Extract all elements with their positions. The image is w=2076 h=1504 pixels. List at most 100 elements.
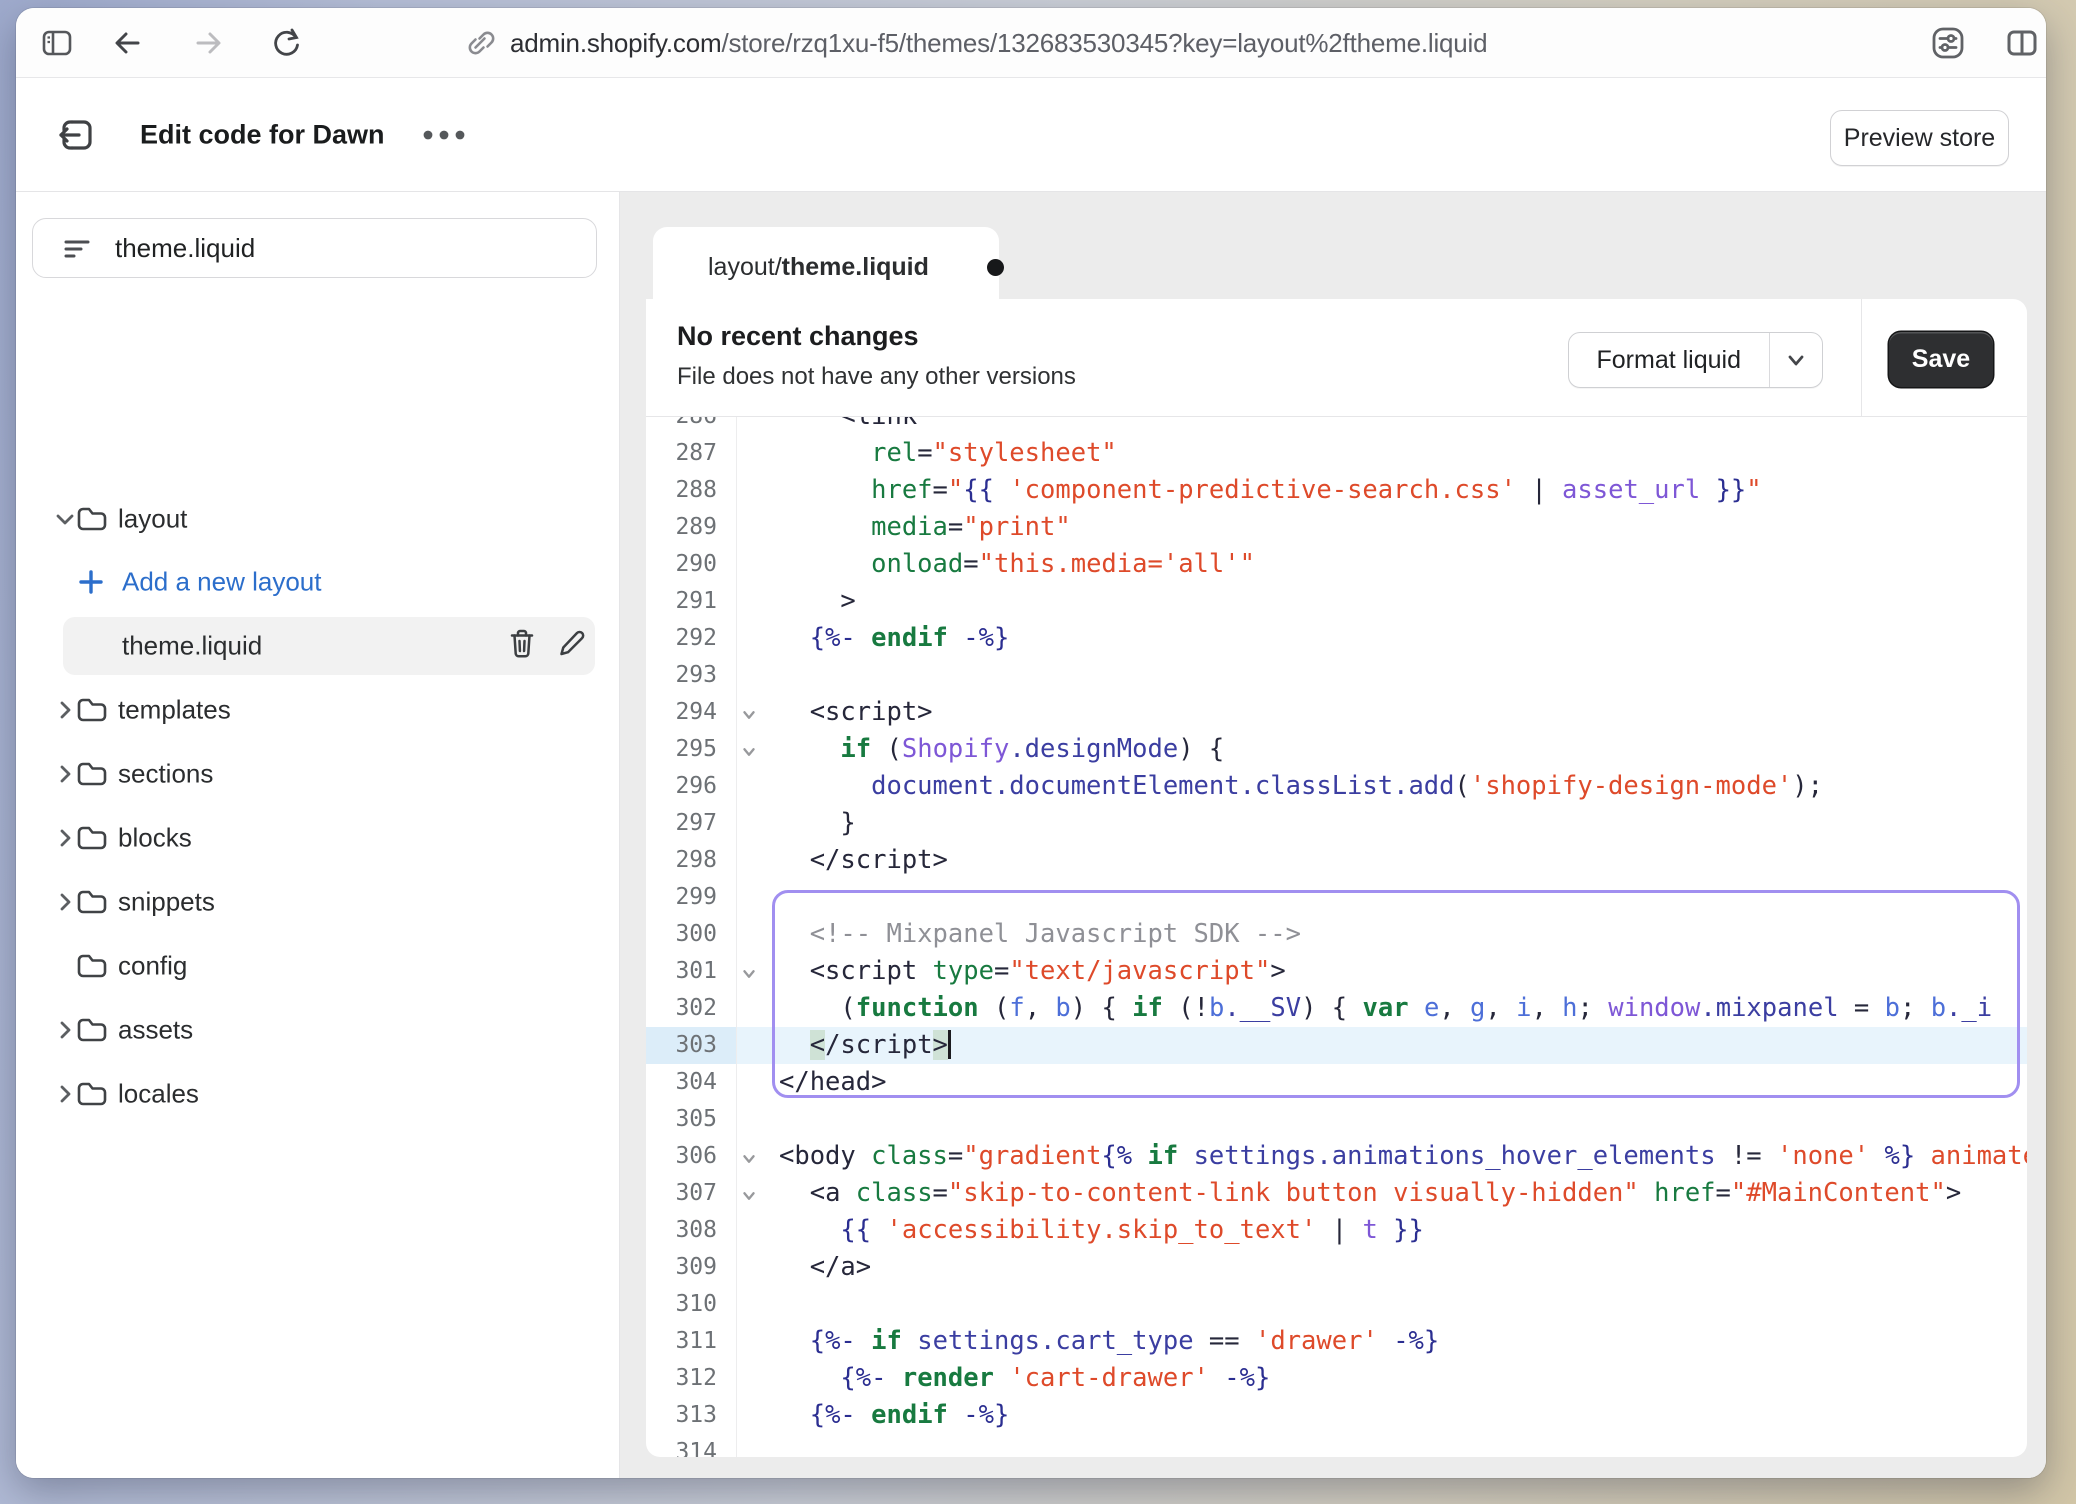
code-line[interactable]: 286 <link — [646, 417, 2027, 435]
line-number-gutter: 289 — [646, 509, 737, 546]
code-line-text: > — [779, 583, 856, 620]
sidebar-item-layout[interactable]: layout — [16, 487, 620, 551]
line-number: 311 — [675, 1323, 717, 1360]
sidebar-item-config[interactable]: config — [16, 934, 620, 998]
code-line[interactable]: 302 (function (f, b) { if (!b.__SV) { va… — [646, 990, 2027, 1027]
code-line[interactable]: 287 rel="stylesheet" — [646, 435, 2027, 472]
line-number-gutter: 308 — [646, 1212, 737, 1249]
code-line[interactable]: 289 media="print" — [646, 509, 2027, 546]
code-line-current[interactable]: 303 </script> — [646, 1027, 2027, 1064]
forward-icon[interactable] — [190, 25, 226, 61]
code-line-text: document.documentElement.classList.add('… — [779, 768, 1823, 805]
line-number: 304 — [675, 1064, 717, 1101]
line-number-gutter: 309 — [646, 1249, 737, 1286]
line-number: 308 — [675, 1212, 717, 1249]
code-line[interactable]: 310 — [646, 1286, 2027, 1323]
code-line[interactable]: 300 <!-- Mixpanel Javascript SDK --> — [646, 916, 2027, 953]
code-line-text: {%- if settings.cart_type == 'drawer' -%… — [779, 1323, 1439, 1360]
sidebar-item-sections[interactable]: sections — [16, 742, 620, 806]
content-area: theme.liquid layoutAdd a new layouttheme… — [16, 192, 2046, 1478]
sidebar-item-label: locales — [118, 1079, 199, 1110]
code-line[interactable]: 306<body class="gradient{% if settings.a… — [646, 1138, 2027, 1175]
line-number-gutter: 286 — [646, 417, 737, 435]
code-line[interactable]: 314 — [646, 1434, 2027, 1457]
fold-chevron-icon[interactable] — [739, 1186, 759, 1206]
line-number: 301 — [675, 953, 717, 990]
code-line[interactable]: 288 href="{{ 'component-predictive-searc… — [646, 472, 2027, 509]
line-number: 314 — [675, 1434, 717, 1457]
folder-icon — [75, 503, 109, 535]
code-line-text: <a class="skip-to-content-link button vi… — [779, 1175, 1961, 1212]
code-line-text: media="print" — [779, 509, 1071, 546]
split-view-icon[interactable] — [2002, 23, 2042, 63]
fold-chevron-icon[interactable] — [739, 705, 759, 725]
fold-chevron-icon[interactable] — [739, 1149, 759, 1169]
code-line[interactable]: 311 {%- if settings.cart_type == 'drawer… — [646, 1323, 2027, 1360]
exit-editor-icon[interactable] — [55, 113, 99, 157]
code-line[interactable]: 309 </a> — [646, 1249, 2027, 1286]
url-domain: admin.shopify.com — [510, 28, 721, 59]
sidebar-item-label: snippets — [118, 887, 215, 918]
fold-chevron-icon[interactable] — [739, 742, 759, 762]
sidebar-item-templates[interactable]: templates — [16, 678, 620, 742]
save-button[interactable]: Save — [1889, 332, 1993, 387]
line-number: 289 — [675, 509, 717, 546]
line-number: 299 — [675, 879, 717, 916]
more-actions-icon[interactable] — [420, 127, 468, 143]
code-line-text: onload="this.media='all'" — [779, 546, 1255, 583]
code-line[interactable]: 293 — [646, 657, 2027, 694]
reload-icon[interactable] — [268, 25, 304, 61]
chevron-down-icon[interactable] — [1770, 333, 1822, 387]
back-icon[interactable] — [110, 25, 146, 61]
preview-store-button[interactable]: Preview store — [1830, 110, 2009, 166]
format-liquid-button[interactable]: Format liquid — [1568, 332, 1824, 388]
code-line[interactable]: 299 — [646, 879, 2027, 916]
code-line[interactable]: 297 } — [646, 805, 2027, 842]
url-bar[interactable]: admin.shopify.com/store/rzq1xu-f5/themes… — [510, 8, 1487, 78]
sidebar-toggle-icon[interactable] — [39, 25, 75, 61]
tab-theme-liquid[interactable]: layout/theme.liquid — [653, 227, 999, 305]
line-number: 309 — [675, 1249, 717, 1286]
line-number-gutter: 313 — [646, 1397, 737, 1434]
status-title: No recent changes — [677, 321, 919, 352]
code-line[interactable]: 301 <script type="text/javascript"> — [646, 953, 2027, 990]
sidebar-item-snippets[interactable]: snippets — [16, 870, 620, 934]
code-line[interactable]: 290 onload="this.media='all'" — [646, 546, 2027, 583]
code-line-text: rel="stylesheet" — [779, 435, 1117, 472]
line-number: 287 — [675, 435, 717, 472]
line-number: 303 — [675, 1027, 717, 1064]
rename-file-icon[interactable] — [556, 627, 588, 666]
code-line[interactable]: 294 <script> — [646, 694, 2027, 731]
line-number: 292 — [675, 620, 717, 657]
sidebar-item-assets[interactable]: assets — [16, 998, 620, 1062]
sidebar-item-blocks[interactable]: blocks — [16, 806, 620, 870]
code-line[interactable]: 307 <a class="skip-to-content-link butto… — [646, 1175, 2027, 1212]
code-line[interactable]: 312 {%- render 'cart-drawer' -%} — [646, 1360, 2027, 1397]
code-editor[interactable]: 286 <link287 rel="stylesheet"288 href="{… — [646, 417, 2027, 1457]
tab-path-prefix: layout/ — [708, 253, 782, 282]
code-line[interactable]: 295 if (Shopify.designMode) { — [646, 731, 2027, 768]
line-number-gutter: 295 — [646, 731, 737, 768]
browser-settings-icon[interactable] — [1927, 22, 1969, 64]
sidebar-item-label: assets — [118, 1015, 193, 1046]
code-line-text: <body class="gradient{% if settings.anim… — [779, 1138, 2027, 1175]
code-line-text: } — [779, 805, 856, 842]
code-line[interactable]: 292 {%- endif -%} — [646, 620, 2027, 657]
code-line[interactable]: 296 document.documentElement.classList.a… — [646, 768, 2027, 805]
code-line[interactable]: 308 {{ 'accessibility.skip_to_text' | t … — [646, 1212, 2027, 1249]
fold-chevron-icon[interactable] — [739, 964, 759, 984]
sidebar-item-locales[interactable]: locales — [16, 1062, 620, 1126]
folder-icon — [75, 1078, 109, 1110]
code-line[interactable]: 298 </script> — [646, 842, 2027, 879]
page-title: Edit code for Dawn — [140, 119, 385, 150]
code-line[interactable]: 313 {%- endif -%} — [646, 1397, 2027, 1434]
line-number-gutter: 310 — [646, 1286, 737, 1323]
folder-icon — [75, 758, 109, 790]
sidebar-item-theme-liquid[interactable]: theme.liquid — [16, 614, 620, 678]
code-line[interactable]: 304</head> — [646, 1064, 2027, 1101]
delete-file-icon[interactable] — [506, 627, 538, 666]
line-number: 294 — [675, 694, 717, 731]
sidebar-item-add-a-new-layout[interactable]: Add a new layout — [16, 550, 620, 614]
code-line[interactable]: 291 > — [646, 583, 2027, 620]
code-line[interactable]: 305 — [646, 1101, 2027, 1138]
